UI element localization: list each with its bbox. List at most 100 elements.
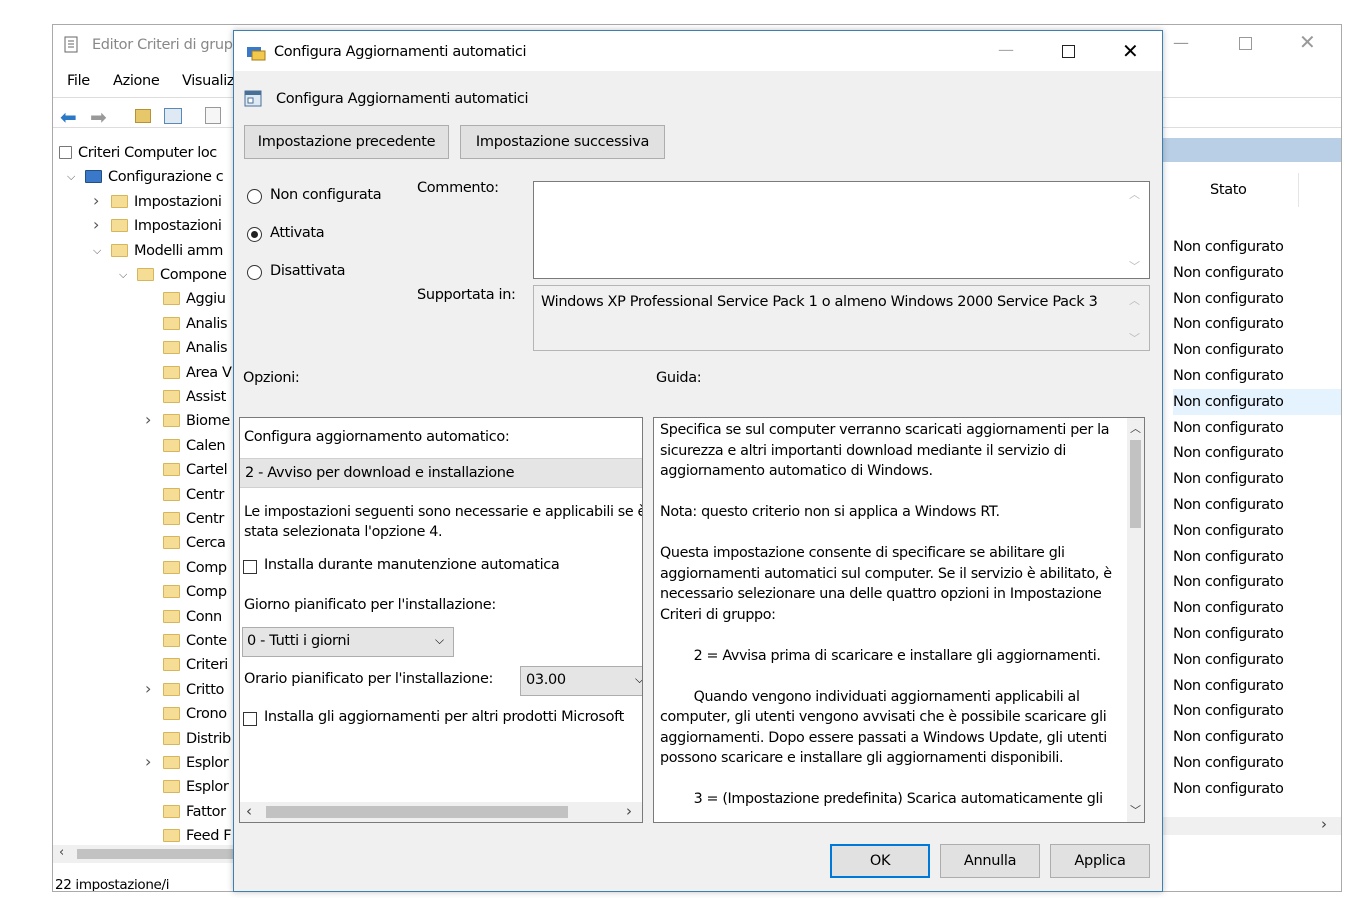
dialog-minimize-icon[interactable]: —	[998, 40, 1014, 59]
scroll-right-icon[interactable]: ›	[1321, 815, 1327, 833]
up-folder-icon[interactable]	[135, 109, 151, 123]
options-hscroll[interactable]: ‹ ›	[240, 802, 642, 822]
setting-row[interactable]: Non configurato	[1173, 466, 1341, 492]
tree-item[interactable]: Conte	[163, 629, 227, 653]
chevron-right-icon[interactable]: ›	[145, 752, 155, 771]
other-products-checkbox[interactable]	[243, 712, 257, 726]
tree-item[interactable]: Centr	[163, 483, 224, 507]
setting-row[interactable]: Non configurato	[1173, 518, 1341, 544]
setting-row[interactable]: Non configurato	[1173, 698, 1341, 724]
radio-enabled-label[interactable]: Attivata	[270, 225, 325, 241]
scroll-down-icon[interactable]: ﹀	[1129, 330, 1140, 346]
tree-item[interactable]: Comp	[163, 556, 227, 580]
close-icon[interactable]: ✕	[1299, 30, 1316, 54]
chevron-down-icon[interactable]: ⌵	[67, 170, 77, 184]
ok-button[interactable]: OK	[830, 844, 930, 878]
column-divider[interactable]	[1298, 173, 1299, 207]
setting-row[interactable]: Non configurato	[1173, 750, 1341, 776]
tree-hscroll-thumb[interactable]	[77, 849, 237, 859]
chevron-down-icon[interactable]: ⌵	[119, 268, 129, 282]
radio-not-configured-label[interactable]: Non configurata	[270, 187, 382, 203]
tree-item[interactable]: Cerca	[163, 531, 226, 555]
comment-textarea[interactable]: ︿ ﹀	[533, 181, 1150, 279]
chevron-down-icon[interactable]: ⌵	[93, 244, 103, 258]
radio-disabled[interactable]	[247, 265, 262, 280]
help-vscroll[interactable]: ︿ ﹀	[1127, 418, 1144, 822]
stato-column-header[interactable]: Stato	[1210, 182, 1247, 198]
chevron-right-icon[interactable]: ›	[145, 410, 155, 429]
tree-item[interactable]: Aggiu	[163, 287, 226, 311]
tree-item[interactable]: Criteri	[163, 653, 228, 677]
tree-item[interactable]: Assist	[163, 385, 226, 409]
radio-enabled[interactable]	[247, 227, 262, 242]
tree-item[interactable]: Cartel	[163, 458, 228, 482]
previous-setting-button[interactable]: Impostazione precedente	[244, 125, 449, 159]
tree-item[interactable]: Configurazione c	[85, 165, 224, 189]
menu-visualizza[interactable]: Visualiz	[182, 73, 234, 89]
setting-row[interactable]: Non configurato	[1173, 621, 1341, 647]
maintenance-checkbox-label[interactable]: Installa durante manutenzione automatica	[264, 557, 560, 573]
setting-row[interactable]: Non configurato	[1173, 260, 1341, 286]
scroll-down-icon[interactable]: ﹀	[1129, 258, 1140, 274]
scroll-up-icon[interactable]: ︿	[1129, 292, 1140, 308]
tree-item[interactable]: Biome	[163, 409, 230, 433]
forward-arrow-icon[interactable]: ➡	[90, 105, 107, 129]
tree-item[interactable]: Criteri Computer loc	[59, 141, 217, 165]
setting-row[interactable]: Non configurato	[1173, 647, 1341, 673]
setting-row[interactable]: Non configurato	[1173, 388, 1341, 415]
tree-hscroll[interactable]: ‹	[53, 845, 238, 863]
tree-item[interactable]: Impostazioni	[111, 214, 222, 238]
tree-item[interactable]: Crono	[163, 702, 227, 726]
scroll-left-icon[interactable]: ‹	[246, 802, 252, 820]
apply-button[interactable]: Applica	[1050, 844, 1150, 878]
setting-row[interactable]: Non configurato	[1173, 776, 1341, 802]
setting-row[interactable]: Non configurato	[1173, 311, 1341, 337]
radio-not-configured[interactable]	[247, 189, 262, 204]
day-dropdown[interactable]: 0 - Tutti i giorni ⌵	[242, 627, 454, 657]
chevron-right-icon[interactable]: ›	[145, 679, 155, 698]
menu-file[interactable]: File	[67, 73, 90, 89]
dialog-maximize-icon[interactable]	[1062, 45, 1075, 58]
next-setting-button[interactable]: Impostazione successiva	[460, 125, 665, 159]
tree-item[interactable]: Analis	[163, 312, 228, 336]
configure-dropdown[interactable]: 2 - Avviso per download e installazione	[240, 458, 642, 488]
setting-row[interactable]: Non configurato	[1173, 286, 1341, 312]
tree-item[interactable]: Esplor	[163, 751, 229, 775]
tree-item[interactable]: Area V	[163, 361, 232, 385]
tree-item[interactable]: Fattor	[163, 800, 226, 824]
radio-disabled-label[interactable]: Disattivata	[270, 263, 346, 279]
setting-row[interactable]: Non configurato	[1173, 544, 1341, 570]
cancel-button[interactable]: Annulla	[940, 844, 1040, 878]
setting-row[interactable]: Non configurato	[1173, 569, 1341, 595]
back-arrow-icon[interactable]: ⬅	[60, 105, 77, 129]
show-hide-tree-icon[interactable]	[164, 108, 182, 124]
tree-item[interactable]: Compone	[137, 263, 227, 287]
setting-row[interactable]: Non configurato	[1173, 595, 1341, 621]
maintenance-checkbox[interactable]	[243, 560, 257, 574]
export-list-icon[interactable]	[205, 107, 221, 124]
setting-row[interactable]: Non configurato	[1173, 415, 1341, 441]
tree-item[interactable]: Calen	[163, 434, 226, 458]
setting-row[interactable]: Non configurato	[1173, 234, 1341, 260]
setting-row[interactable]: Non configurato	[1173, 492, 1341, 518]
setting-row[interactable]: Non configurato	[1173, 673, 1341, 699]
help-vscroll-thumb[interactable]	[1130, 440, 1141, 528]
minimize-icon[interactable]: —	[1173, 33, 1189, 52]
maximize-icon[interactable]	[1239, 37, 1252, 50]
scroll-left-icon[interactable]: ‹	[59, 845, 64, 860]
setting-row[interactable]: Non configurato	[1173, 440, 1341, 466]
scroll-up-icon[interactable]: ︿	[1129, 186, 1140, 202]
tree-item[interactable]: Conn	[163, 605, 222, 629]
time-dropdown[interactable]: 03.00 ⌵	[520, 666, 642, 696]
setting-row[interactable]: Non configurato	[1173, 337, 1341, 363]
tree-item[interactable]: Comp	[163, 580, 227, 604]
setting-row[interactable]: Non configurato	[1173, 363, 1341, 389]
scroll-down-icon[interactable]: ﹀	[1130, 802, 1141, 818]
tree-item[interactable]: Esplor	[163, 775, 229, 799]
scroll-right-icon[interactable]: ›	[626, 802, 632, 820]
tree-item[interactable]: Analis	[163, 336, 228, 360]
scroll-up-icon[interactable]: ︿	[1130, 420, 1141, 436]
tree-item[interactable]: Critto	[163, 678, 224, 702]
setting-row[interactable]: Non configurato	[1173, 724, 1341, 750]
chevron-right-icon[interactable]: ›	[93, 191, 103, 210]
